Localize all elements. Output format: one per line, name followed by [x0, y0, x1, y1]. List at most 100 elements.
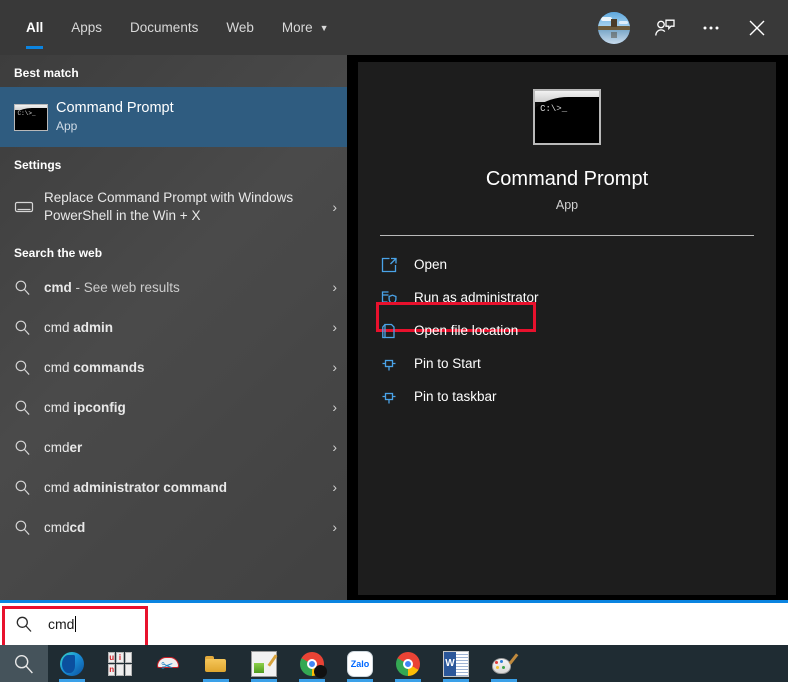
action-open[interactable]: Open — [358, 248, 776, 281]
search-filter-tabs: All Apps Documents Web More ▼ — [0, 0, 598, 55]
avatar-tower — [611, 19, 617, 27]
web-search-query: cmd — [44, 520, 70, 535]
chevron-right-icon: › — [326, 319, 337, 335]
taskbar-file-explorer[interactable] — [192, 645, 240, 682]
command-prompt-icon-glyph: C:\>_ — [18, 111, 36, 117]
result-web-search[interactable]: cmder› — [0, 427, 347, 467]
search-input[interactable]: cmd — [0, 600, 788, 645]
web-search-label: cmd admin — [44, 320, 326, 335]
ellipsis-icon[interactable] — [690, 7, 732, 49]
folder-icon — [204, 652, 228, 676]
chevron-right-icon: › — [326, 439, 337, 455]
result-setting-replace-command-prompt[interactable]: Replace Command Prompt with Windows Powe… — [0, 179, 347, 235]
result-web-search[interactable]: cmd commands› — [0, 347, 347, 387]
taskbar-search[interactable] — [0, 645, 48, 682]
taskbar: u i n Zalo — [0, 645, 788, 682]
web-search-query: cmd — [44, 360, 73, 375]
paint-icon — [492, 652, 516, 676]
action-pin-to-start[interactable]: Pin to Start — [358, 347, 776, 380]
search-icon — [14, 359, 44, 376]
web-search-suggestion: - See web results — [72, 280, 180, 295]
chrome-icon — [396, 652, 420, 676]
taskbar-unikey[interactable]: u i n — [96, 645, 144, 682]
taskbar-chrome-2[interactable] — [384, 645, 432, 682]
web-results-list: cmd - See web results›cmd admin›cmd comm… — [0, 267, 347, 547]
result-web-search[interactable]: cmd admin› — [0, 307, 347, 347]
avatar[interactable] — [598, 12, 630, 44]
search-header: All Apps Documents Web More ▼ — [0, 0, 788, 55]
search-results-panel: Best match C:\>_ Command Prompt App Sett… — [0, 55, 347, 600]
tab-apps[interactable]: Apps — [57, 0, 116, 55]
web-search-suggestion: er — [70, 440, 83, 455]
app-type: App — [556, 198, 578, 212]
web-search-query: cmd — [44, 280, 72, 295]
tab-documents[interactable]: Documents — [116, 0, 212, 55]
best-match-subtitle: App — [56, 117, 174, 135]
command-prompt-icon-glyph: C:\>_ — [540, 105, 567, 114]
action-run-as-administrator-label: Run as administrator — [412, 290, 539, 305]
tab-documents-label: Documents — [130, 20, 198, 35]
web-search-suggestion: cd — [70, 520, 86, 535]
snipping-tool-icon — [156, 652, 180, 676]
command-prompt-icon: C:\>_ — [14, 104, 48, 131]
start-menu-search-screen: All Apps Documents Web More ▼ — [0, 0, 788, 682]
paint-dot — [502, 666, 505, 669]
pin-icon — [380, 355, 412, 373]
chevron-right-icon: › — [326, 199, 337, 215]
search-icon — [14, 399, 44, 416]
unikey-key: n — [108, 664, 115, 676]
tab-more[interactable]: More ▼ — [268, 0, 343, 55]
best-match-title: Command Prompt — [56, 99, 174, 117]
group-title-settings: Settings — [0, 147, 347, 179]
web-search-label: cmdcd — [44, 520, 326, 535]
taskbar-snipping-tool[interactable] — [144, 645, 192, 682]
action-pin-to-taskbar[interactable]: Pin to taskbar — [358, 380, 776, 413]
unikey-key: i — [116, 652, 123, 664]
tab-web-label: Web — [226, 20, 254, 35]
app-actions-list: Open Run as administrator — [358, 236, 776, 413]
web-search-suggestion: ipconfig — [73, 400, 126, 415]
tab-all[interactable]: All — [12, 0, 57, 55]
result-best-match-command-prompt[interactable]: C:\>_ Command Prompt App — [0, 87, 347, 147]
taskbar-word[interactable]: W — [432, 645, 480, 682]
setting-label: Replace Command Prompt with Windows Powe… — [44, 189, 326, 225]
taskbar-chrome[interactable] — [288, 645, 336, 682]
taskbar-paint[interactable] — [480, 645, 528, 682]
web-search-label: cmd commands — [44, 360, 326, 375]
unikey-key — [125, 652, 132, 664]
web-search-label: cmd administrator command — [44, 480, 326, 495]
person-feedback-icon[interactable] — [644, 7, 686, 49]
action-pin-to-taskbar-label: Pin to taskbar — [412, 389, 497, 404]
text-cursor — [75, 616, 76, 632]
zalo-icon: Zalo — [347, 651, 373, 677]
app-hero: C:\>_ Command Prompt App — [358, 62, 776, 212]
shield-admin-icon — [380, 289, 412, 307]
search-input-value-wrap: cmd — [48, 616, 76, 632]
avatar-reflection — [611, 32, 617, 38]
taskbar-zalo[interactable]: Zalo — [336, 645, 384, 682]
text-editor-icon — [251, 651, 277, 677]
action-pin-to-start-label: Pin to Start — [412, 356, 481, 371]
tab-web[interactable]: Web — [212, 0, 268, 55]
search-icon — [14, 319, 44, 336]
tab-all-label: All — [26, 20, 43, 35]
web-search-label: cmd ipconfig — [44, 400, 326, 415]
group-title-best-match: Best match — [0, 55, 347, 87]
web-search-label: cmd - See web results — [44, 280, 326, 295]
paint-dot — [496, 666, 499, 669]
action-run-as-administrator[interactable]: Run as administrator — [358, 281, 776, 314]
close-icon[interactable] — [736, 7, 778, 49]
chevron-right-icon: › — [326, 399, 337, 415]
taskbar-edge[interactable] — [48, 645, 96, 682]
unikey-key — [116, 664, 123, 676]
taskbar-editor[interactable] — [240, 645, 288, 682]
result-web-search[interactable]: cmd administrator command› — [0, 467, 347, 507]
folder-location-icon — [380, 322, 412, 340]
search-icon — [14, 439, 44, 456]
result-web-search[interactable]: cmdcd› — [0, 507, 347, 547]
action-open-file-location[interactable]: Open file location — [358, 314, 776, 347]
result-web-search[interactable]: cmd - See web results› — [0, 267, 347, 307]
action-open-label: Open — [412, 257, 447, 272]
zalo-label: Zalo — [351, 659, 370, 669]
result-web-search[interactable]: cmd ipconfig› — [0, 387, 347, 427]
